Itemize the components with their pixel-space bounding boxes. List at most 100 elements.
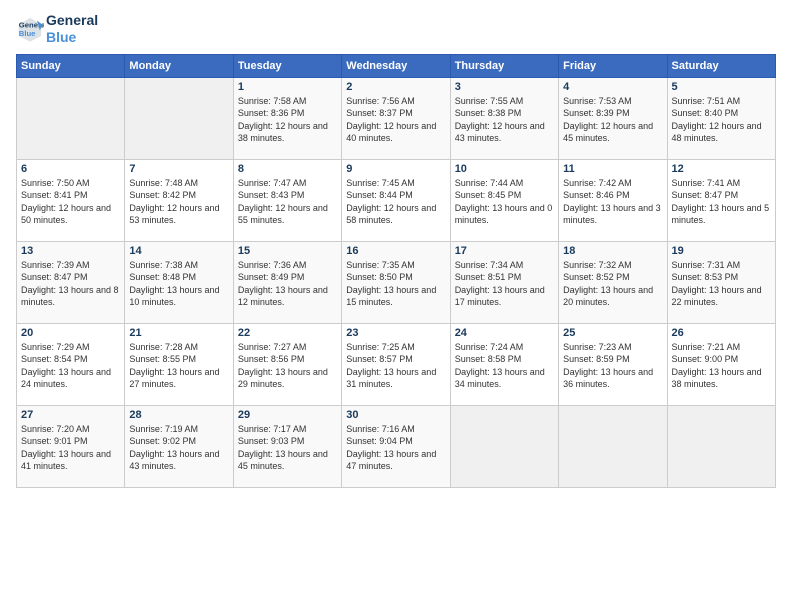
weekday-header-wednesday: Wednesday bbox=[342, 54, 450, 77]
calendar-cell: 14 Sunrise: 7:38 AMSunset: 8:48 PMDayligh… bbox=[125, 241, 233, 323]
svg-text:Blue: Blue bbox=[19, 29, 36, 38]
calendar-cell: 26 Sunrise: 7:21 AMSunset: 9:00 PMDayligh… bbox=[667, 323, 775, 405]
day-number: 30 bbox=[346, 409, 445, 421]
calendar-cell: 21 Sunrise: 7:28 AMSunset: 8:55 PMDayligh… bbox=[125, 323, 233, 405]
day-info: Sunrise: 7:38 AMSunset: 8:48 PMDaylight:… bbox=[129, 259, 228, 309]
day-info: Sunrise: 7:32 AMSunset: 8:52 PMDaylight:… bbox=[563, 259, 662, 309]
calendar-week-row: 13Sunrise: 7:39 AMSunset: 8:47 PMDayligh… bbox=[17, 241, 776, 323]
day-number: 25 bbox=[563, 327, 662, 339]
day-info: Sunrise: 7:47 AMSunset: 8:43 PMDaylight:… bbox=[238, 177, 337, 227]
day-number: 1 bbox=[238, 81, 337, 93]
calendar-cell: 25 Sunrise: 7:23 AMSunset: 8:59 PMDayligh… bbox=[559, 323, 667, 405]
calendar-cell: 11 Sunrise: 7:42 AMSunset: 8:46 PMDayligh… bbox=[559, 159, 667, 241]
calendar-cell bbox=[125, 77, 233, 159]
logo-text-general: General bbox=[46, 12, 98, 29]
calendar-cell: 5 Sunrise: 7:51 AMSunset: 8:40 PMDaylight… bbox=[667, 77, 775, 159]
calendar-cell: 16 Sunrise: 7:35 AMSunset: 8:50 PMDayligh… bbox=[342, 241, 450, 323]
calendar-cell bbox=[667, 405, 775, 487]
day-info: Sunrise: 7:50 AMSunset: 8:41 PMDaylight:… bbox=[21, 177, 120, 227]
calendar-cell: 19 Sunrise: 7:31 AMSunset: 8:53 PMDayligh… bbox=[667, 241, 775, 323]
day-number: 11 bbox=[563, 163, 662, 175]
weekday-header-thursday: Thursday bbox=[450, 54, 558, 77]
day-number: 20 bbox=[21, 327, 120, 339]
day-number: 23 bbox=[346, 327, 445, 339]
day-info: Sunrise: 7:48 AMSunset: 8:42 PMDaylight:… bbox=[129, 177, 228, 227]
day-info: Sunrise: 7:31 AMSunset: 8:53 PMDaylight:… bbox=[672, 259, 771, 309]
day-number: 8 bbox=[238, 163, 337, 175]
calendar-cell: 3 Sunrise: 7:55 AMSunset: 8:38 PMDaylight… bbox=[450, 77, 558, 159]
calendar-cell: 18 Sunrise: 7:32 AMSunset: 8:52 PMDayligh… bbox=[559, 241, 667, 323]
day-number: 4 bbox=[563, 81, 662, 93]
day-info: Sunrise: 7:28 AMSunset: 8:55 PMDaylight:… bbox=[129, 341, 228, 391]
calendar-cell: 27 Sunrise: 7:20 AMSunset: 9:01 PMDayligh… bbox=[17, 405, 125, 487]
day-number: 17 bbox=[455, 245, 554, 257]
day-number: 5 bbox=[672, 81, 771, 93]
day-number: 18 bbox=[563, 245, 662, 257]
day-info: Sunrise: 7:25 AMSunset: 8:57 PMDaylight:… bbox=[346, 341, 445, 391]
calendar-cell: 12Sunrise: 7:41 AMSunset: 8:47 PMDayligh… bbox=[667, 159, 775, 241]
calendar-cell: 9 Sunrise: 7:45 AMSunset: 8:44 PMDaylight… bbox=[342, 159, 450, 241]
calendar-cell bbox=[17, 77, 125, 159]
day-number: 2 bbox=[346, 81, 445, 93]
day-number: 29 bbox=[238, 409, 337, 421]
day-number: 3 bbox=[455, 81, 554, 93]
day-number: 16 bbox=[346, 245, 445, 257]
day-number: 9 bbox=[346, 163, 445, 175]
day-number: 26 bbox=[672, 327, 771, 339]
weekday-header-sunday: Sunday bbox=[17, 54, 125, 77]
day-info: Sunrise: 7:20 AMSunset: 9:01 PMDaylight:… bbox=[21, 423, 120, 473]
day-number: 7 bbox=[129, 163, 228, 175]
calendar-table: SundayMondayTuesdayWednesdayThursdayFrid… bbox=[16, 54, 776, 488]
calendar-cell: 30 Sunrise: 7:16 AMSunset: 9:04 PMDayligh… bbox=[342, 405, 450, 487]
calendar-cell: 20 Sunrise: 7:29 AMSunset: 8:54 PMDayligh… bbox=[17, 323, 125, 405]
calendar-cell bbox=[450, 405, 558, 487]
calendar-cell bbox=[559, 405, 667, 487]
calendar-cell: 7 Sunrise: 7:48 AMSunset: 8:42 PMDaylight… bbox=[125, 159, 233, 241]
day-info: Sunrise: 7:16 AMSunset: 9:04 PMDaylight:… bbox=[346, 423, 445, 473]
calendar-cell: 2Sunrise: 7:56 AMSunset: 8:37 PMDaylight… bbox=[342, 77, 450, 159]
logo: General Blue General Blue bbox=[16, 12, 98, 46]
day-info: Sunrise: 7:35 AMSunset: 8:50 PMDaylight:… bbox=[346, 259, 445, 309]
weekday-header-tuesday: Tuesday bbox=[233, 54, 341, 77]
day-number: 21 bbox=[129, 327, 228, 339]
day-info: Sunrise: 7:55 AMSunset: 8:38 PMDaylight:… bbox=[455, 95, 554, 145]
day-info: Sunrise: 7:34 AMSunset: 8:51 PMDaylight:… bbox=[455, 259, 554, 309]
day-number: 28 bbox=[129, 409, 228, 421]
day-number: 13 bbox=[21, 245, 120, 257]
day-number: 15 bbox=[238, 245, 337, 257]
header: General Blue General Blue bbox=[16, 12, 776, 46]
calendar-cell: 17 Sunrise: 7:34 AMSunset: 8:51 PMDayligh… bbox=[450, 241, 558, 323]
day-info: Sunrise: 7:21 AMSunset: 9:00 PMDaylight:… bbox=[672, 341, 771, 391]
day-number: 14 bbox=[129, 245, 228, 257]
calendar-page: General Blue General Blue SundayMondayTu… bbox=[0, 0, 792, 612]
day-info: Sunrise: 7:24 AMSunset: 8:58 PMDaylight:… bbox=[455, 341, 554, 391]
day-info: Sunrise: 7:44 AMSunset: 8:45 PMDaylight:… bbox=[455, 177, 554, 227]
day-info: Sunrise: 7:41 AMSunset: 8:47 PMDaylight:… bbox=[672, 177, 771, 227]
day-number: 22 bbox=[238, 327, 337, 339]
day-info: Sunrise: 7:45 AMSunset: 8:44 PMDaylight:… bbox=[346, 177, 445, 227]
day-info: Sunrise: 7:58 AMSunset: 8:36 PMDaylight:… bbox=[238, 95, 337, 145]
calendar-cell: 24 Sunrise: 7:24 AMSunset: 8:58 PMDayligh… bbox=[450, 323, 558, 405]
day-info: Sunrise: 7:27 AMSunset: 8:56 PMDaylight:… bbox=[238, 341, 337, 391]
calendar-cell: 4 Sunrise: 7:53 AMSunset: 8:39 PMDaylight… bbox=[559, 77, 667, 159]
day-number: 27 bbox=[21, 409, 120, 421]
calendar-cell: 6Sunrise: 7:50 AMSunset: 8:41 PMDaylight… bbox=[17, 159, 125, 241]
calendar-week-row: 20 Sunrise: 7:29 AMSunset: 8:54 PMDayligh… bbox=[17, 323, 776, 405]
day-info: Sunrise: 7:23 AMSunset: 8:59 PMDaylight:… bbox=[563, 341, 662, 391]
calendar-cell: 15Sunrise: 7:36 AMSunset: 8:49 PMDayligh… bbox=[233, 241, 341, 323]
day-number: 19 bbox=[672, 245, 771, 257]
day-info: Sunrise: 7:19 AMSunset: 9:02 PMDaylight:… bbox=[129, 423, 228, 473]
calendar-cell: 1 Sunrise: 7:58 AMSunset: 8:36 PMDaylight… bbox=[233, 77, 341, 159]
calendar-cell: 23 Sunrise: 7:25 AMSunset: 8:57 PMDayligh… bbox=[342, 323, 450, 405]
calendar-cell: 8 Sunrise: 7:47 AMSunset: 8:43 PMDaylight… bbox=[233, 159, 341, 241]
day-number: 24 bbox=[455, 327, 554, 339]
day-info: Sunrise: 7:42 AMSunset: 8:46 PMDaylight:… bbox=[563, 177, 662, 227]
logo-icon: General Blue bbox=[16, 15, 44, 43]
day-info: Sunrise: 7:29 AMSunset: 8:54 PMDaylight:… bbox=[21, 341, 120, 391]
day-info: Sunrise: 7:53 AMSunset: 8:39 PMDaylight:… bbox=[563, 95, 662, 145]
weekday-header-row: SundayMondayTuesdayWednesdayThursdayFrid… bbox=[17, 54, 776, 77]
weekday-header-saturday: Saturday bbox=[667, 54, 775, 77]
calendar-cell: 10Sunrise: 7:44 AMSunset: 8:45 PMDayligh… bbox=[450, 159, 558, 241]
day-info: Sunrise: 7:51 AMSunset: 8:40 PMDaylight:… bbox=[672, 95, 771, 145]
logo-text-blue: Blue bbox=[46, 29, 98, 46]
